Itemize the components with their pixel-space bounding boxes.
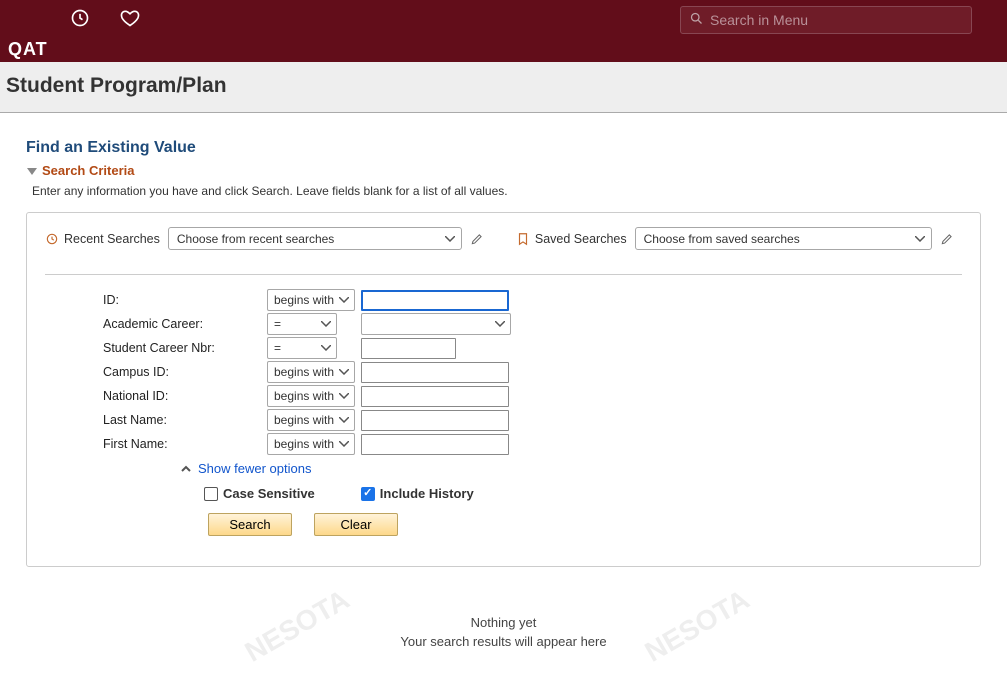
checkbox-checked-icon: [361, 487, 375, 501]
saved-searches-select[interactable]: Choose from saved searches: [635, 227, 932, 250]
instructions-text: Enter any information you have and click…: [32, 184, 981, 198]
brand-label: QAT: [8, 39, 48, 60]
clear-button[interactable]: Clear: [314, 513, 398, 536]
results-line2: Your search results will appear here: [26, 634, 981, 649]
first-name-input[interactable]: [361, 434, 509, 455]
id-operator[interactable]: begins with: [267, 289, 355, 311]
national-input[interactable]: [361, 386, 509, 407]
campus-operator[interactable]: begins with: [267, 361, 355, 383]
saved-searches-label: Saved Searches: [516, 232, 627, 246]
bookmark-icon: [516, 232, 530, 246]
collapse-triangle-icon: [26, 165, 38, 177]
include-history-checkbox[interactable]: Include History: [361, 486, 474, 501]
heart-icon[interactable]: [120, 8, 140, 31]
campus-label: Campus ID:: [103, 365, 263, 379]
search-criteria-label: Search Criteria: [42, 163, 135, 178]
checkbox-icon: [204, 487, 218, 501]
id-label: ID:: [103, 293, 263, 307]
career-value[interactable]: [361, 313, 511, 335]
last-name-label: Last Name:: [103, 413, 263, 427]
show-fewer-link[interactable]: Show fewer options: [198, 461, 311, 476]
recent-searches-label: Recent Searches: [45, 232, 160, 246]
career-nbr-input[interactable]: [361, 338, 456, 359]
menu-search-container[interactable]: [680, 6, 972, 34]
top-nav-bar: QAT: [0, 0, 1007, 62]
national-operator[interactable]: begins with: [267, 385, 355, 407]
search-criteria-box: Recent Searches Choose from recent searc…: [26, 212, 981, 567]
career-nbr-operator[interactable]: =: [267, 337, 337, 359]
career-label: Academic Career:: [103, 317, 263, 331]
history-icon[interactable]: [70, 8, 90, 31]
search-icon: [689, 11, 704, 29]
page-title: Student Program/Plan: [6, 74, 1001, 98]
campus-input[interactable]: [361, 362, 509, 383]
id-input[interactable]: [361, 290, 509, 311]
last-name-operator[interactable]: begins with: [267, 409, 355, 431]
page-title-bar: Student Program/Plan: [0, 62, 1007, 113]
find-existing-title: Find an Existing Value: [26, 139, 981, 157]
recent-icon: [45, 232, 59, 246]
first-name-operator[interactable]: begins with: [267, 433, 355, 455]
results-line1: Nothing yet: [26, 615, 981, 630]
case-sensitive-checkbox[interactable]: Case Sensitive: [204, 486, 315, 501]
edit-recent-icon[interactable]: [470, 232, 484, 246]
national-label: National ID:: [103, 389, 263, 403]
chevron-up-icon: [180, 463, 192, 475]
results-placeholder: Nothing yet Your search results will app…: [26, 615, 981, 649]
search-criteria-header[interactable]: Search Criteria: [26, 163, 981, 178]
last-name-input[interactable]: [361, 410, 509, 431]
career-nbr-label: Student Career Nbr:: [103, 341, 263, 355]
search-form: ID: begins with Academic Career: = Stude…: [103, 289, 962, 455]
menu-search-input[interactable]: [710, 12, 963, 28]
career-operator[interactable]: =: [267, 313, 337, 335]
first-name-label: First Name:: [103, 437, 263, 451]
edit-saved-icon[interactable]: [940, 232, 954, 246]
recent-searches-select[interactable]: Choose from recent searches: [168, 227, 462, 250]
search-button[interactable]: Search: [208, 513, 292, 536]
